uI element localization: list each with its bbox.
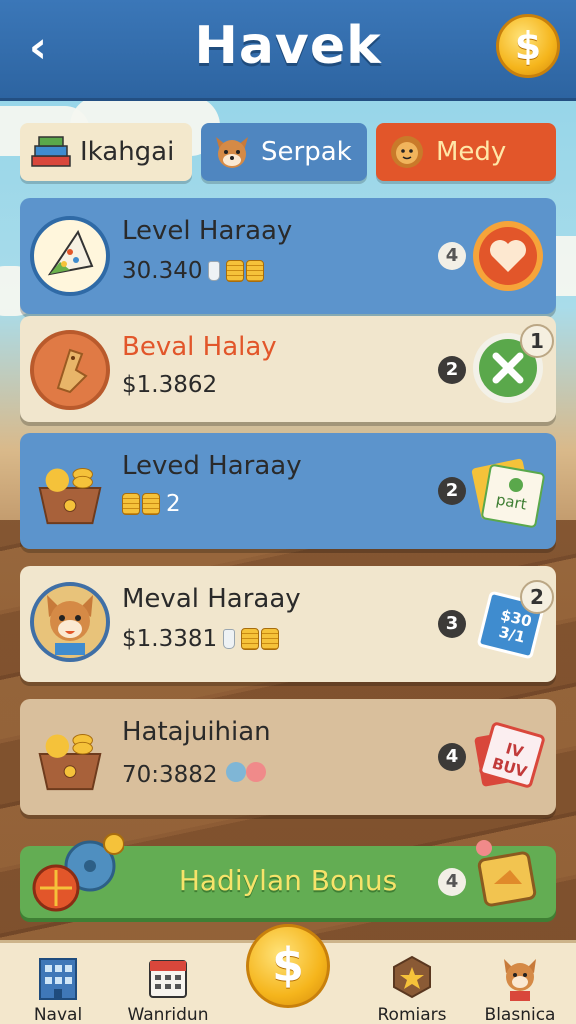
- badge-icon: [388, 953, 436, 1001]
- fox-face-icon: [211, 133, 253, 171]
- count-badge: 2: [438, 356, 466, 384]
- corner-badge: 1: [520, 324, 554, 358]
- coin-stack-icon: [122, 493, 160, 515]
- fox-character-icon: [30, 582, 110, 662]
- calendar-icon: [144, 953, 192, 1001]
- tab-label: Medy: [436, 137, 507, 167]
- card-action-button[interactable]: part: [470, 453, 546, 529]
- tab-bar: Ikahgai Serpak Medy: [20, 123, 556, 181]
- count-badge: 4: [438, 743, 466, 771]
- card-value: 2: [166, 491, 181, 517]
- count-badge: 4: [438, 242, 466, 270]
- building-icon: [34, 953, 82, 1001]
- tab-ikahgai[interactable]: Ikahgai: [20, 123, 192, 181]
- nav-wanridun[interactable]: Wanridun: [118, 953, 218, 1024]
- cheese-card-icon: [472, 838, 546, 916]
- bottle-icon: [208, 261, 221, 281]
- count-badge: 2: [438, 477, 466, 505]
- nav-blasnica[interactable]: Blasnica: [470, 953, 570, 1024]
- card-value-row: $1.3381: [122, 626, 280, 652]
- count-badge: 3: [438, 610, 466, 638]
- nav-naval[interactable]: Naval: [8, 953, 108, 1024]
- card-title: Hatajuihian: [122, 717, 271, 747]
- coin-stack-icon: [241, 628, 280, 650]
- card-title: Meval Haraay: [122, 584, 301, 614]
- card-value: 30.340: [122, 258, 203, 284]
- card-icon: [471, 458, 545, 528]
- tab-serpak[interactable]: Serpak: [201, 123, 367, 181]
- coin-stack-icon: [226, 260, 265, 282]
- lion-face-icon: [386, 133, 428, 171]
- tab-medy[interactable]: Medy: [376, 123, 556, 181]
- nav-label: Naval: [33, 1005, 83, 1024]
- dollar-coin-icon[interactable]: $: [496, 14, 560, 78]
- fox-character-icon: [496, 953, 544, 1001]
- tab-label: Ikahgai: [80, 137, 175, 167]
- favorite-button[interactable]: [470, 218, 546, 294]
- level-card[interactable]: Beval Halay $1.3862 2 1: [20, 316, 556, 422]
- treasure-basket-icon: [30, 715, 110, 795]
- dollar-coin-icon[interactable]: $: [246, 924, 330, 1008]
- corner-badge: 2: [520, 580, 554, 614]
- nav-romiars[interactable]: Romiars: [362, 953, 462, 1024]
- bonus-button[interactable]: Hadiylan Bonus 4: [20, 833, 556, 918]
- card-value-row: 2: [122, 491, 181, 517]
- card-value: 70:3882: [122, 762, 218, 788]
- level-card[interactable]: Meval Haraay $1.3381 3 $30 3/1 2: [20, 566, 556, 682]
- header-bar: ‹ Havek $: [0, 0, 576, 98]
- party-hat-icon: [30, 216, 110, 296]
- card-value: $1.3381: [122, 626, 218, 652]
- tab-label: Serpak: [261, 137, 352, 167]
- level-card[interactable]: Leved Haraay 2 2 part: [20, 433, 556, 549]
- level-card[interactable]: Level Haraay 30.340 4: [20, 198, 556, 314]
- treasure-basket-icon: [30, 449, 110, 529]
- card-title: Leved Haraay: [122, 451, 302, 481]
- level-card[interactable]: Hatajuihian 70:3882 4 IV BUV: [20, 699, 556, 815]
- cookie-figure-icon: [30, 330, 110, 410]
- heart-icon: [473, 221, 543, 291]
- critter-icon: [224, 759, 268, 791]
- count-badge: 4: [438, 868, 466, 896]
- nav-label: Wanridun: [127, 1005, 209, 1024]
- card-title: Level Haraay: [122, 216, 293, 246]
- card-value-row: 30.340: [122, 258, 265, 284]
- card-action-button[interactable]: IV BUV: [470, 719, 546, 795]
- card-value-row: 70:3882: [122, 759, 268, 791]
- books-icon: [30, 133, 72, 171]
- card-title: Beval Halay: [122, 332, 277, 362]
- nav-label: Romiars: [377, 1005, 447, 1024]
- nav-label: Blasnica: [484, 1005, 556, 1024]
- bottle-icon: [223, 629, 236, 649]
- card-value: $1.3862: [122, 372, 218, 398]
- page-title: Havek: [194, 16, 382, 76]
